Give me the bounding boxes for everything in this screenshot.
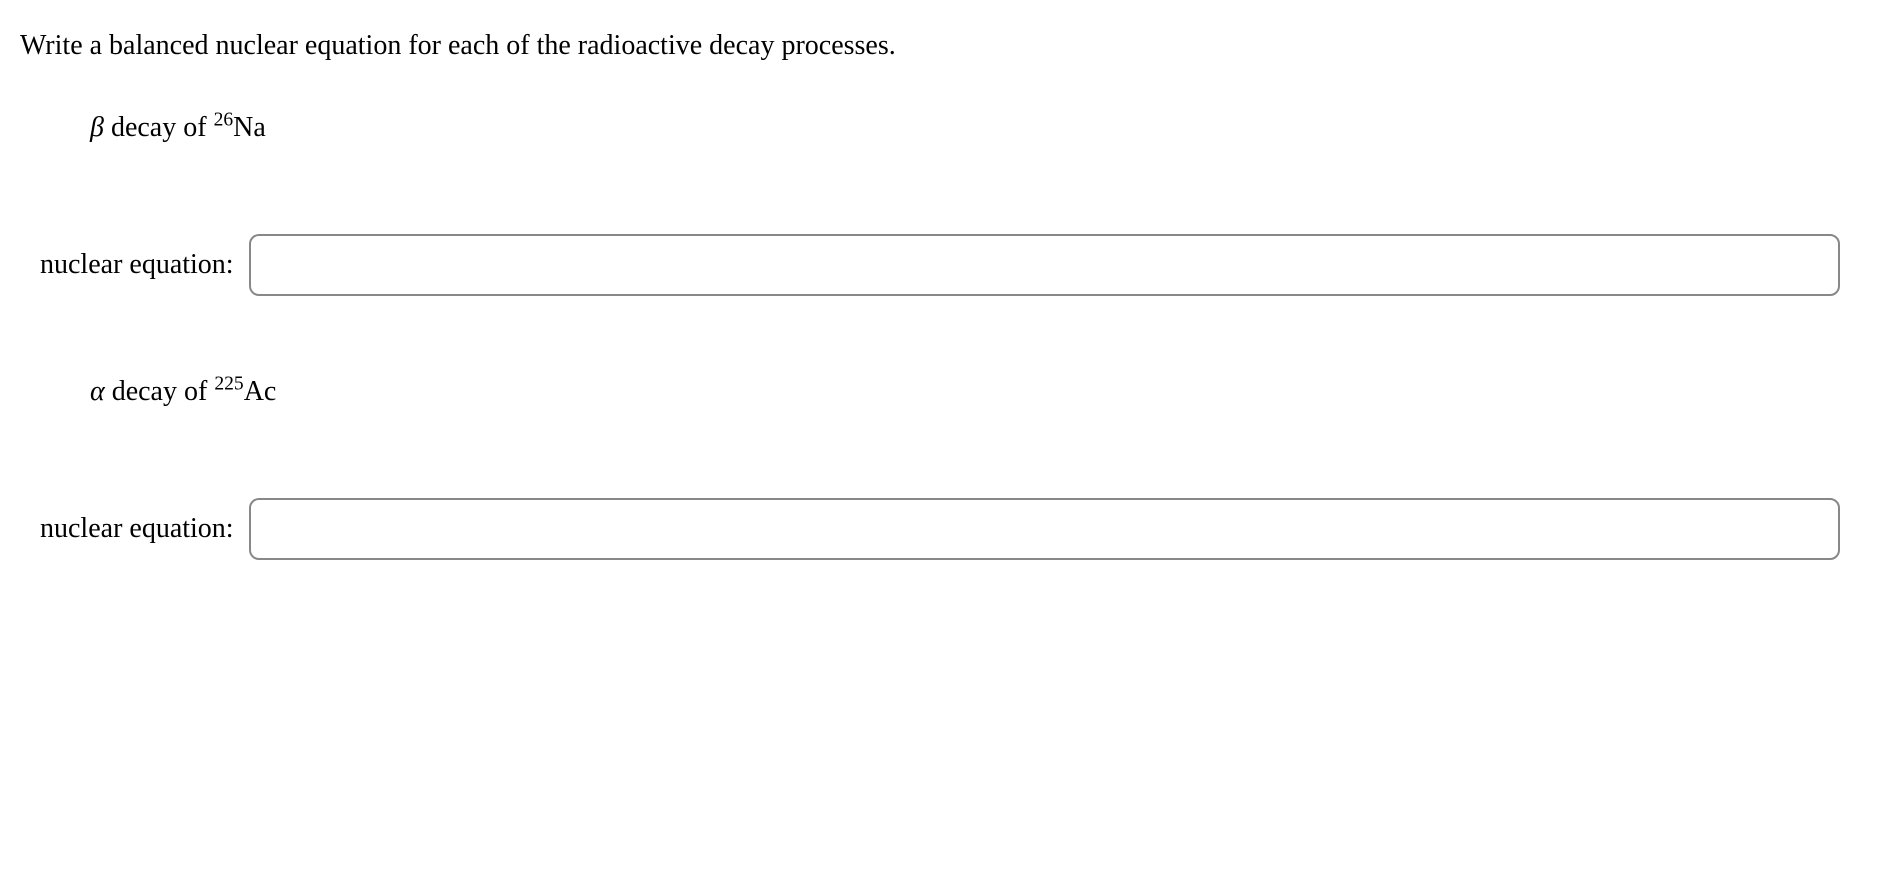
decay-symbol-1: β: [90, 112, 104, 143]
nuclear-equation-input-2[interactable]: [249, 498, 1840, 560]
nuclear-equation-input-1[interactable]: [249, 234, 1840, 296]
isotope-mass-1: 26: [214, 110, 234, 131]
decay-symbol-2: α: [90, 376, 105, 407]
input-row-1: nuclear equation:: [20, 234, 1860, 296]
input-row-2: nuclear equation:: [20, 498, 1860, 560]
input-label-2: nuclear equation:: [40, 513, 234, 545]
isotope-mass-2: 225: [214, 374, 243, 395]
decay-label-1: β decay of 26Na: [90, 112, 1860, 144]
isotope-symbol-1: Na: [233, 112, 266, 143]
decay-label-2: α decay of 225Ac: [90, 376, 1860, 408]
decay-prefix-2: decay of: [105, 376, 215, 407]
input-label-1: nuclear equation:: [40, 249, 234, 281]
isotope-symbol-2: Ac: [244, 376, 277, 407]
instruction-text: Write a balanced nuclear equation for ea…: [20, 30, 1860, 62]
decay-prefix-1: decay of: [104, 112, 214, 143]
